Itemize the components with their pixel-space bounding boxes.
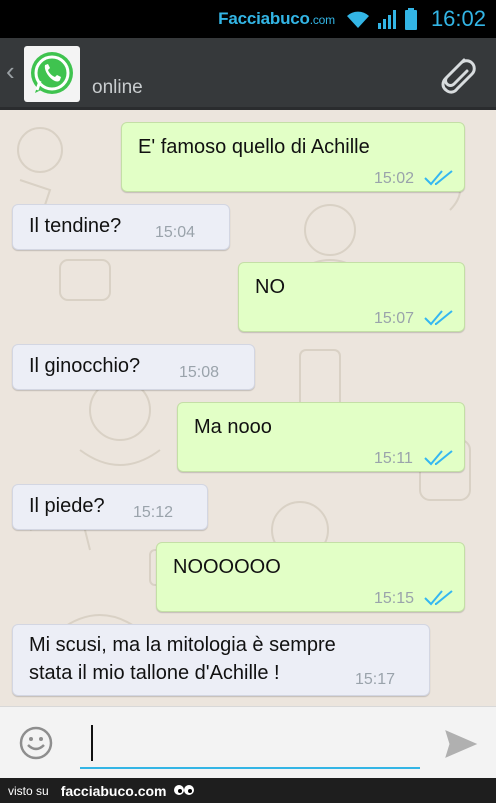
double-check-icon	[424, 167, 454, 195]
message-bubble-outgoing[interactable]: NOOOOOO 15:15	[156, 542, 465, 612]
status-bar: Facciabuco.com 16:02	[0, 0, 496, 38]
message-bubble-incoming[interactable]: Il tendine? 15:04	[12, 204, 230, 250]
message-text: E' famoso quello di Achille	[138, 136, 370, 158]
send-icon[interactable]	[444, 729, 478, 764]
signal-icon	[377, 9, 399, 29]
message-bubble-incoming[interactable]: Il ginocchio? 15:08	[12, 344, 255, 390]
message-time: 15:04	[155, 224, 196, 241]
message-time: 15:07	[374, 310, 415, 327]
wifi-icon	[345, 9, 371, 29]
chat-messages-area[interactable]: E' famoso quello di Achille 15:02 Il ten…	[0, 110, 496, 706]
double-check-icon	[424, 447, 454, 475]
message-bubble-incoming[interactable]: Mi scusi, ma la mitologia è sempre stata…	[12, 624, 430, 696]
double-check-icon	[424, 307, 454, 335]
message-time: 15:12	[133, 504, 174, 521]
message-input[interactable]	[80, 723, 420, 769]
chat-header: ‹ online	[0, 38, 496, 110]
message-text: NOOOOOO	[173, 556, 281, 578]
message-time: 15:15	[374, 590, 415, 607]
back-chevron-icon[interactable]: ‹	[6, 56, 15, 87]
footer-site: facciabuco.com	[60, 782, 167, 799]
status-clock: 16:02	[430, 6, 486, 31]
facciabuco-brand: Facciabuco.com	[218, 9, 335, 28]
whatsapp-logo-icon	[31, 52, 73, 94]
contact-status: online	[92, 77, 143, 98]
text-caret	[91, 725, 93, 761]
paperclip-icon[interactable]	[434, 52, 478, 101]
message-bubble-outgoing[interactable]: Ma nooo 15:11	[177, 402, 465, 472]
footer-prefix: visto su	[8, 783, 49, 798]
message-time: 15:02	[374, 170, 415, 187]
smiley-icon[interactable]	[18, 725, 54, 766]
battery-icon	[404, 8, 417, 30]
message-bubble-incoming[interactable]: Il piede? 15:12	[12, 484, 208, 530]
message-text: Il tendine?	[29, 215, 122, 237]
message-text: Il ginocchio?	[29, 355, 141, 377]
message-text: Ma nooo	[194, 416, 272, 438]
message-time: 15:08	[179, 364, 220, 381]
message-time: 15:11	[374, 450, 413, 467]
message-time: 15:17	[355, 671, 396, 688]
message-text: NO	[255, 276, 285, 298]
message-text-line-1: Mi scusi, ma la mitologia è sempre	[29, 634, 336, 656]
message-bubble-outgoing[interactable]: NO 15:07	[238, 262, 465, 332]
eyes-logo-icon	[173, 783, 195, 799]
message-input-bar	[0, 706, 496, 778]
double-check-icon	[424, 587, 454, 615]
message-bubble-outgoing[interactable]: E' famoso quello di Achille 15:02	[121, 122, 465, 192]
message-text: Il piede?	[29, 495, 105, 517]
watermark-footer: visto su facciabuco.com	[0, 778, 496, 803]
contact-avatar[interactable]	[24, 46, 80, 102]
message-text-line-2: stata il mio tallone d'Achille !	[29, 662, 280, 684]
